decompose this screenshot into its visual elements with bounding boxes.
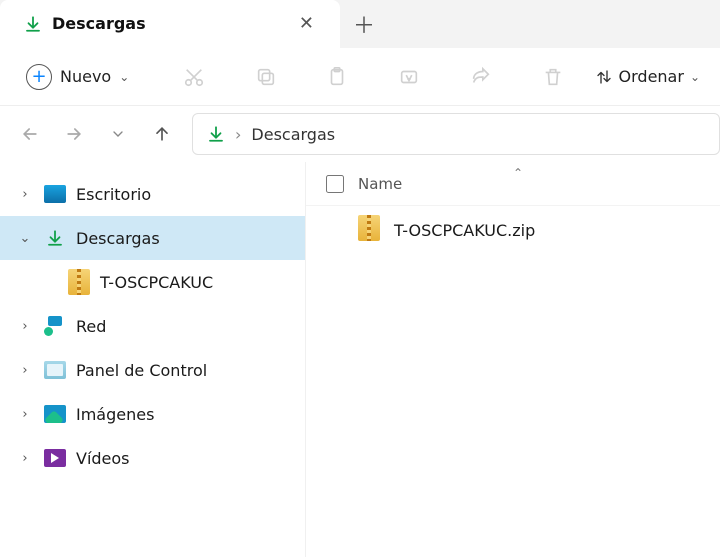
chevron-right-icon[interactable]: ›: [16, 363, 34, 378]
tree-item-videos[interactable]: › Vídeos: [0, 436, 305, 480]
tree-label: Vídeos: [76, 449, 130, 468]
paste-button[interactable]: [315, 57, 359, 97]
network-icon: [44, 315, 66, 337]
address-bar[interactable]: › Descargas: [192, 113, 720, 155]
tab-bar: Descargas ✕ ＋: [0, 0, 720, 48]
tree-label: T-OSCPCAKUC: [100, 273, 213, 292]
tab-active[interactable]: Descargas ✕: [0, 0, 340, 48]
tree-item-images[interactable]: › Imágenes: [0, 392, 305, 436]
tree-item-zip-folder[interactable]: T-OSCPCAKUC: [0, 260, 305, 304]
nav-tree: › Escritorio ⌄ Descargas T-OSCPCAKUC › R…: [0, 162, 305, 557]
column-name[interactable]: Name: [358, 175, 402, 193]
new-button[interactable]: + Nuevo ⌄: [22, 57, 139, 97]
body: › Escritorio ⌄ Descargas T-OSCPCAKUC › R…: [0, 162, 720, 557]
tree-label: Red: [76, 317, 106, 336]
chevron-right-icon[interactable]: ›: [16, 407, 34, 422]
new-tab-button[interactable]: ＋: [340, 8, 388, 40]
images-icon: [44, 403, 66, 425]
up-button[interactable]: [142, 114, 182, 154]
tree-item-control-panel[interactable]: › Panel de Control: [0, 348, 305, 392]
file-row[interactable]: T-OSCPCAKUC.zip: [306, 206, 720, 254]
tree-item-downloads[interactable]: ⌄ Descargas: [0, 216, 305, 260]
chevron-down-icon[interactable]: ⌄: [16, 231, 34, 246]
control-panel-icon: [44, 359, 66, 381]
file-list: Name ⌃ T-OSCPCAKUC.zip: [305, 162, 720, 557]
file-name: T-OSCPCAKUC.zip: [394, 221, 535, 240]
breadcrumb-current[interactable]: Descargas: [251, 125, 335, 144]
tree-label: Imágenes: [76, 405, 154, 424]
download-icon: [24, 15, 42, 33]
toolbar: + Nuevo ⌄ Ordenar ⌄: [0, 48, 720, 106]
tree-label: Panel de Control: [76, 361, 207, 380]
chevron-down-icon: ⌄: [119, 70, 129, 84]
sort-button[interactable]: Ordenar ⌄: [591, 67, 704, 86]
download-icon: [207, 125, 225, 143]
chevron-right-icon[interactable]: ›: [16, 187, 34, 202]
zip-icon: [358, 215, 380, 245]
videos-icon: [44, 447, 66, 469]
rename-button[interactable]: [387, 57, 431, 97]
sort-indicator-icon: ⌃: [513, 166, 523, 180]
back-button[interactable]: [10, 114, 50, 154]
tree-item-desktop[interactable]: › Escritorio: [0, 172, 305, 216]
zip-icon: [68, 271, 90, 293]
plus-circle-icon: +: [26, 64, 52, 90]
share-button[interactable]: [459, 57, 503, 97]
recent-dropdown[interactable]: [98, 114, 138, 154]
chevron-right-icon[interactable]: ›: [16, 451, 34, 466]
sort-label: Ordenar: [619, 67, 684, 86]
nav-row: › Descargas: [0, 106, 720, 162]
column-header[interactable]: Name ⌃: [306, 162, 720, 206]
tree-label: Escritorio: [76, 185, 151, 204]
tree-label: Descargas: [76, 229, 160, 248]
breadcrumb-chevron-icon: ›: [235, 125, 241, 144]
close-icon[interactable]: ✕: [291, 9, 322, 38]
forward-button[interactable]: [54, 114, 94, 154]
delete-button[interactable]: [531, 57, 575, 97]
tree-item-network[interactable]: › Red: [0, 304, 305, 348]
cut-button[interactable]: [172, 57, 216, 97]
desktop-icon: [44, 183, 66, 205]
copy-button[interactable]: [244, 57, 288, 97]
new-label: Nuevo: [60, 67, 111, 86]
tab-title: Descargas: [52, 14, 281, 33]
sort-icon: [595, 68, 613, 86]
download-icon: [44, 227, 66, 249]
select-all-checkbox[interactable]: [326, 175, 344, 193]
chevron-right-icon[interactable]: ›: [16, 319, 34, 334]
chevron-down-icon: ⌄: [690, 70, 700, 84]
